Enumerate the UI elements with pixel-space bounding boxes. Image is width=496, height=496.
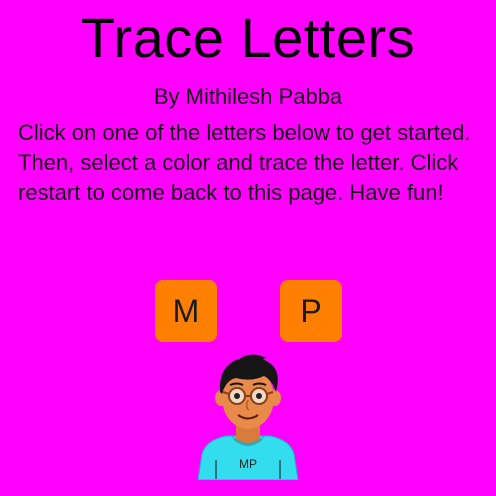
instructions-text: Click on one of the letters below to get… (18, 120, 471, 205)
avatar-shirt-text: MP (239, 457, 257, 471)
game-screen: Trace Letters By Mithilesh Pabba Click o… (0, 0, 496, 496)
letter-m-button[interactable]: M (155, 280, 217, 342)
author-byline: By Mithilesh Pabba (153, 84, 343, 109)
boy-with-glasses-avatar-icon: MP (192, 352, 304, 480)
letter-p-button[interactable]: P (280, 280, 342, 342)
page-title: Trace Letters (80, 6, 416, 69)
